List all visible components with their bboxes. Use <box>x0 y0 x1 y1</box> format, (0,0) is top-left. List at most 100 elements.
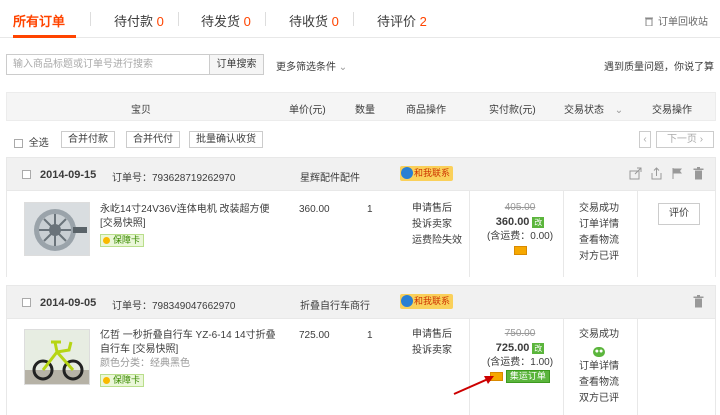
column-divider <box>563 191 564 277</box>
chevron-down-icon: ⌄ <box>614 105 624 116</box>
order-header: 2014-09-15 订单号：793628719262970 星辉配件配件 和我… <box>7 158 715 191</box>
after-sales-link[interactable]: 申请售后 <box>412 327 452 343</box>
tab-pending-payment[interactable]: 待付款 0 <box>114 11 164 30</box>
search-input[interactable]: 输入商品标题或订单号进行搜索 <box>6 54 210 75</box>
column-divider <box>469 319 470 415</box>
tab-all-orders[interactable]: 所有订单 <box>13 11 65 30</box>
paid-amount: 405.00 360.00 改 (含运费：0.00) <box>477 201 563 258</box>
paid-price: 725.00 <box>495 342 530 354</box>
unit-price: 725.00 <box>299 330 330 341</box>
order-detail-link[interactable]: 订单详情 <box>579 217 619 233</box>
batch-confirm-button[interactable]: 批量确认收货 <box>189 131 263 148</box>
order-checkbox[interactable] <box>22 170 31 179</box>
share-icon[interactable] <box>629 167 642 180</box>
trash-icon[interactable] <box>692 295 705 308</box>
select-all[interactable]: 全选 <box>14 134 49 149</box>
product-title-link[interactable]: 永屹14寸24V36V连体电机 改装超方便 <box>100 203 280 217</box>
tab-divider <box>265 12 266 26</box>
table-header: 宝贝 单价(元) 数量 商品操作 实付款(元) 交易状态 ⌄ 交易操作 <box>6 92 716 121</box>
annotation-arrow-icon <box>453 376 494 395</box>
column-header-product-ops: 商品操作 <box>406 105 446 116</box>
column-header-unit-price: 单价(元) <box>289 105 326 116</box>
chevron-down-icon: ⌄ <box>338 62 348 73</box>
select-all-checkbox[interactable] <box>14 138 23 148</box>
quantity: 1 <box>367 330 373 341</box>
trash-icon <box>645 17 653 27</box>
order-header: 2014-09-05 订单号：798349047662970 折叠自行车商行 和… <box>7 286 715 319</box>
trade-status: 交易成功 ●● 订单详情 查看物流 双方已评 <box>579 327 619 407</box>
status-text: 交易成功 <box>579 203 619 214</box>
variant-info: 颜色分类：经典黑色 <box>100 358 190 369</box>
tab-pending-review[interactable]: 待评价 2 <box>377 11 427 30</box>
order-search-button[interactable]: 订单搜索 <box>210 54 264 75</box>
next-page-button[interactable]: 下一页 › <box>656 131 714 148</box>
review-status: 双方已评 <box>579 393 619 404</box>
upload-icon[interactable] <box>650 167 663 180</box>
shop-name-link[interactable]: 折叠自行车商行 <box>300 297 370 312</box>
product-info: 亿哲 一秒折叠自行车 YZ-6-14 14寸折叠自行车 [交易快照] 颜色分类：… <box>100 329 280 388</box>
order-header-icons <box>629 167 705 180</box>
order-date: 2014-09-15 <box>40 169 97 181</box>
order-checkbox[interactable] <box>22 298 31 307</box>
guarantee-badge[interactable]: 保障卡 <box>100 234 145 247</box>
tab-pending-receipt[interactable]: 待收货 0 <box>289 11 339 30</box>
wangwang-icon <box>401 167 413 179</box>
column-divider <box>637 191 638 277</box>
active-tab-indicator <box>13 35 76 38</box>
review-button[interactable]: 评价 <box>658 203 700 225</box>
quality-notice-link[interactable]: 遇到质量问题，你说了算 <box>604 58 714 73</box>
order-header-icons <box>692 295 705 308</box>
review-status: 对方已评 <box>579 251 619 262</box>
complain-seller-link[interactable]: 投诉卖家 <box>412 343 452 359</box>
shop-name-link[interactable]: 星辉配件配件 <box>300 169 360 184</box>
product-image[interactable] <box>24 202 90 256</box>
price-changed-badge: 改 <box>532 216 545 228</box>
snapshot-link[interactable]: [交易快照] <box>100 217 280 231</box>
product-operations: 申请售后 投诉卖家 <box>412 327 452 359</box>
product-operations: 申请售后 投诉卖家 运费险失效 <box>412 201 462 249</box>
column-header-paid: 实付款(元) <box>489 105 536 116</box>
column-header-actions: 交易操作 <box>652 105 692 116</box>
contact-seller-button[interactable]: 和我联系 <box>400 166 454 181</box>
status-text: 交易成功 <box>579 329 619 340</box>
shipping-fee: (含运费：1.00) <box>486 357 554 368</box>
credit-card-icon <box>513 245 527 255</box>
tab-divider <box>90 12 91 26</box>
column-header-status[interactable]: 交易状态 ⌄ <box>564 101 623 116</box>
column-divider <box>563 319 564 415</box>
original-price: 750.00 <box>504 328 536 339</box>
after-sales-link[interactable]: 申请售后 <box>412 201 462 217</box>
merge-proxy-pay-button[interactable]: 合并代付 <box>126 131 180 148</box>
product-title-link[interactable]: 亿哲 一秒折叠自行车 YZ-6-14 14寸折叠自行车 [交易快照] <box>100 329 280 357</box>
guarantee-badge[interactable]: 保障卡 <box>100 374 145 387</box>
shipping-fee: (含运费：0.00) <box>486 231 554 242</box>
merge-pay-button[interactable]: 合并付款 <box>61 131 115 148</box>
trash-icon[interactable] <box>692 167 705 180</box>
view-logistics-link[interactable]: 查看物流 <box>579 375 619 391</box>
batch-operations: 全选 合并付款 合并代付 批量确认收货 ‹ 下一页 › <box>6 129 716 151</box>
tab-divider <box>178 12 179 26</box>
consolidated-order-badge[interactable]: 集运订单 <box>505 370 550 383</box>
order-detail-link[interactable]: 订单详情 <box>579 359 619 375</box>
column-header-quantity: 数量 <box>355 105 375 116</box>
order-number: 订单号：798349047662970 <box>112 301 236 312</box>
prev-page-button[interactable]: ‹ <box>639 131 651 148</box>
shipping-insurance-status: 运费险失效 <box>412 235 462 246</box>
product-info: 永屹14寸24V36V连体电机 改装超方便 [交易快照] 保障卡 <box>100 203 280 248</box>
tab-pending-shipment[interactable]: 待发货 0 <box>201 11 251 30</box>
paid-price: 360.00 <box>495 216 530 228</box>
complain-seller-link[interactable]: 投诉卖家 <box>412 217 462 233</box>
order-card: 2014-09-05 订单号：798349047662970 折叠自行车商行 和… <box>6 285 716 415</box>
more-filters-dropdown[interactable]: 更多筛选条件 ⌄ <box>276 58 347 73</box>
order-body: 亿哲 一秒折叠自行车 YZ-6-14 14寸折叠自行车 [交易快照] 颜色分类：… <box>7 319 715 415</box>
column-divider <box>637 319 638 415</box>
view-logistics-link[interactable]: 查看物流 <box>579 233 619 249</box>
order-date: 2014-09-05 <box>40 297 97 309</box>
product-image[interactable] <box>24 329 90 385</box>
contact-seller-button[interactable]: 和我联系 <box>400 294 454 309</box>
order-tabs: 所有订单 待付款 0 待发货 0 待收货 0 待评价 2 订单回收站 <box>0 0 720 38</box>
tab-divider <box>353 12 354 26</box>
flag-icon[interactable] <box>671 167 684 180</box>
chat-icon[interactable]: ●● <box>593 347 605 357</box>
recycle-bin-link[interactable]: 订单回收站 <box>644 13 708 28</box>
